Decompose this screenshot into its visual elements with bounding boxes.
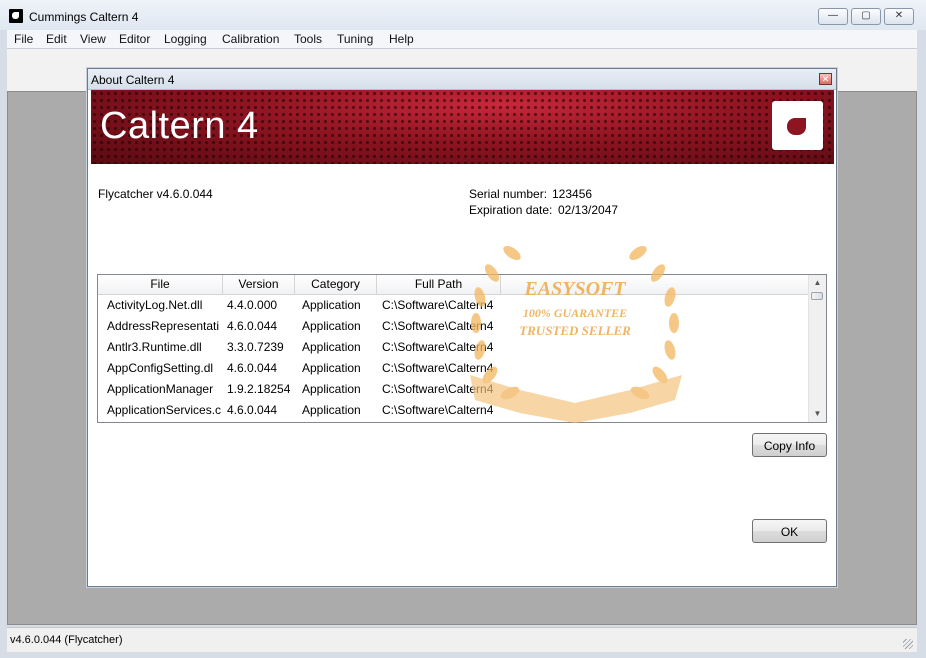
window-title: Cummings Caltern 4 (29, 10, 139, 24)
column-header-version[interactable]: Version (223, 275, 295, 294)
app-logo-icon (9, 9, 23, 23)
product-version: Flycatcher v4.6.0.044 (98, 187, 213, 201)
cell-category: Application (302, 298, 361, 312)
menu-bar: File Edit View Editor Logging Calibratio… (7, 30, 917, 49)
cell-category: Application (302, 361, 361, 375)
cell-file: ApplicationServices.c (107, 403, 222, 417)
expiration-value: 02/13/2047 (558, 203, 619, 217)
cell-version: 4.4.0.000 (227, 298, 278, 312)
serial-label: Serial number: (469, 187, 548, 201)
expiration-label: Expiration date: (469, 203, 553, 217)
cell-file: Antlr3.Runtime.dll (107, 340, 202, 354)
serial-value: 123456 (552, 187, 593, 201)
table-row[interactable]: ApplicationServices.c 4.6.0.044 Applicat… (98, 400, 809, 421)
table-row[interactable]: Antlr3.Runtime.dll 3.3.0.7239 Applicatio… (98, 337, 809, 358)
menu-editor[interactable]: Editor (119, 32, 150, 46)
cell-version: 4.6.0.044 (227, 403, 278, 417)
table-row[interactable]: ApplicationManager 1.9.2.18254 Applicati… (98, 379, 809, 400)
cell-category: Application (302, 319, 361, 333)
scroll-down-arrow-icon[interactable]: ▼ (809, 406, 826, 422)
table-row[interactable]: AddressRepresentati 4.6.0.044 Applicatio… (98, 316, 809, 337)
maximize-button[interactable]: ▢ (851, 8, 881, 25)
seller-watermark: EASYSOFT 100% GUARANTEE TRUSTED SELLER (470, 245, 682, 423)
column-header-category[interactable]: Category (295, 275, 377, 294)
cell-version: 4.6.0.044 (227, 319, 278, 333)
minimize-button[interactable]: — (818, 8, 848, 25)
banner-title: Caltern 4 (100, 105, 259, 147)
watermark-line-2: 100% GUARANTEE (523, 306, 627, 320)
ribbon-banner-icon (470, 375, 682, 423)
resize-grip-icon[interactable] (903, 639, 913, 649)
close-button[interactable]: ✕ (884, 8, 914, 25)
dialog-close-button[interactable]: ✕ (819, 73, 832, 85)
cell-file: ApplicationManager (107, 382, 214, 396)
ok-button[interactable]: OK (752, 519, 827, 543)
status-version-text: v4.6.0.044 (Flycatcher) (10, 634, 123, 646)
cell-category: Application (302, 403, 361, 417)
cell-version: 4.6.0.044 (227, 361, 278, 375)
dialog-title: About Caltern 4 (91, 73, 175, 87)
menu-edit[interactable]: Edit (46, 32, 67, 46)
window-title-bar[interactable]: Cummings Caltern 4 — ▢ ✕ (0, 0, 926, 30)
menu-logging[interactable]: Logging (164, 32, 207, 46)
cell-file: AddressRepresentati (107, 319, 220, 333)
table-row[interactable]: ActivityLog.Net.dll 4.4.0.000 Applicatio… (98, 295, 809, 316)
scroll-up-arrow-icon[interactable]: ▲ (809, 275, 826, 291)
dialog-banner: Caltern 4 (91, 90, 834, 164)
cell-category: Application (302, 340, 361, 354)
cell-version: 1.9.2.18254 (227, 382, 291, 396)
caltern-logo-icon (772, 101, 823, 150)
menu-calibration[interactable]: Calibration (222, 32, 279, 46)
cell-version: 3.3.0.7239 (227, 340, 284, 354)
watermark-line-1: EASYSOFT (523, 278, 626, 300)
vertical-scrollbar[interactable]: ▲ ▼ (808, 275, 826, 422)
dialog-title-bar[interactable]: About Caltern 4 ✕ (88, 69, 836, 90)
watermark-line-3: TRUSTED SELLER (519, 323, 631, 338)
table-row[interactable]: AppConfigSetting.dl 4.6.0.044 Applicatio… (98, 358, 809, 379)
scrollbar-thumb[interactable] (811, 292, 823, 300)
cell-category: Application (302, 382, 361, 396)
cell-file: ActivityLog.Net.dll (107, 298, 203, 312)
cell-file: AppConfigSetting.dl (107, 361, 214, 375)
menu-tuning[interactable]: Tuning (337, 32, 373, 46)
menu-file[interactable]: File (14, 32, 33, 46)
menu-help[interactable]: Help (389, 32, 414, 46)
column-header-file[interactable]: File (98, 275, 223, 294)
status-bar: v4.6.0.044 (Flycatcher) (7, 627, 917, 652)
menu-tools[interactable]: Tools (294, 32, 322, 46)
copy-info-button[interactable]: Copy Info (752, 433, 827, 457)
file-list-header: File Version Category Full Path (98, 275, 809, 295)
menu-view[interactable]: View (80, 32, 106, 46)
